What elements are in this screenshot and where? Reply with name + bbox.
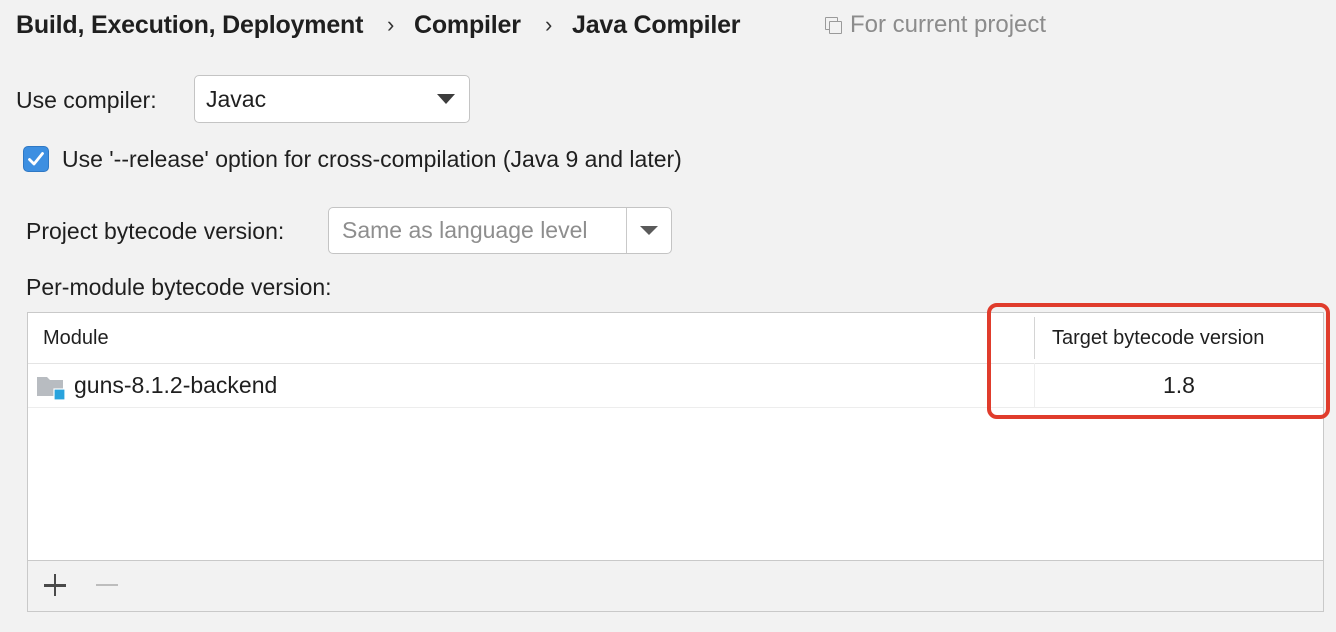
chevron-down-icon	[640, 226, 658, 235]
use-compiler-label: Use compiler:	[16, 87, 157, 113]
minus-icon[interactable]	[93, 571, 121, 599]
compiler-select-value: Javac	[206, 85, 267, 112]
checkmark-icon	[28, 152, 44, 166]
combo-arrow-button[interactable]	[627, 226, 671, 235]
breadcrumb-separator: ›	[387, 12, 395, 37]
project-bytecode-placeholder: Same as language level	[342, 217, 588, 243]
breadcrumb-compiler[interactable]: Compiler	[414, 8, 521, 42]
project-bytecode-label: Project bytecode version:	[26, 218, 285, 244]
project-scope-icon	[824, 16, 842, 34]
highlight-annotation	[987, 303, 1330, 419]
table-toolbar	[28, 560, 1323, 611]
breadcrumb-java-compiler: Java Compiler	[572, 11, 741, 39]
breadcrumb-build-execution-deployment[interactable]: Build, Execution, Deployment	[16, 8, 363, 42]
project-bytecode-select[interactable]: Same as language level	[328, 207, 672, 254]
module-folder-icon	[37, 377, 66, 401]
per-module-bytecode-label: Per-module bytecode version:	[26, 274, 332, 300]
scope-label: For current project	[850, 11, 1047, 38]
plus-icon[interactable]	[41, 571, 69, 599]
column-header-module[interactable]: Module	[43, 325, 109, 351]
release-option-checkbox[interactable]	[23, 146, 49, 172]
compiler-select[interactable]: Javac	[194, 75, 470, 123]
scope-indicator: For current project	[824, 8, 1046, 42]
chevron-down-icon	[437, 94, 455, 104]
release-option-label[interactable]: Use '--release' option for cross-compila…	[62, 143, 682, 175]
module-name: guns-8.1.2-backend	[74, 372, 278, 398]
breadcrumb-separator: ›	[545, 12, 553, 37]
